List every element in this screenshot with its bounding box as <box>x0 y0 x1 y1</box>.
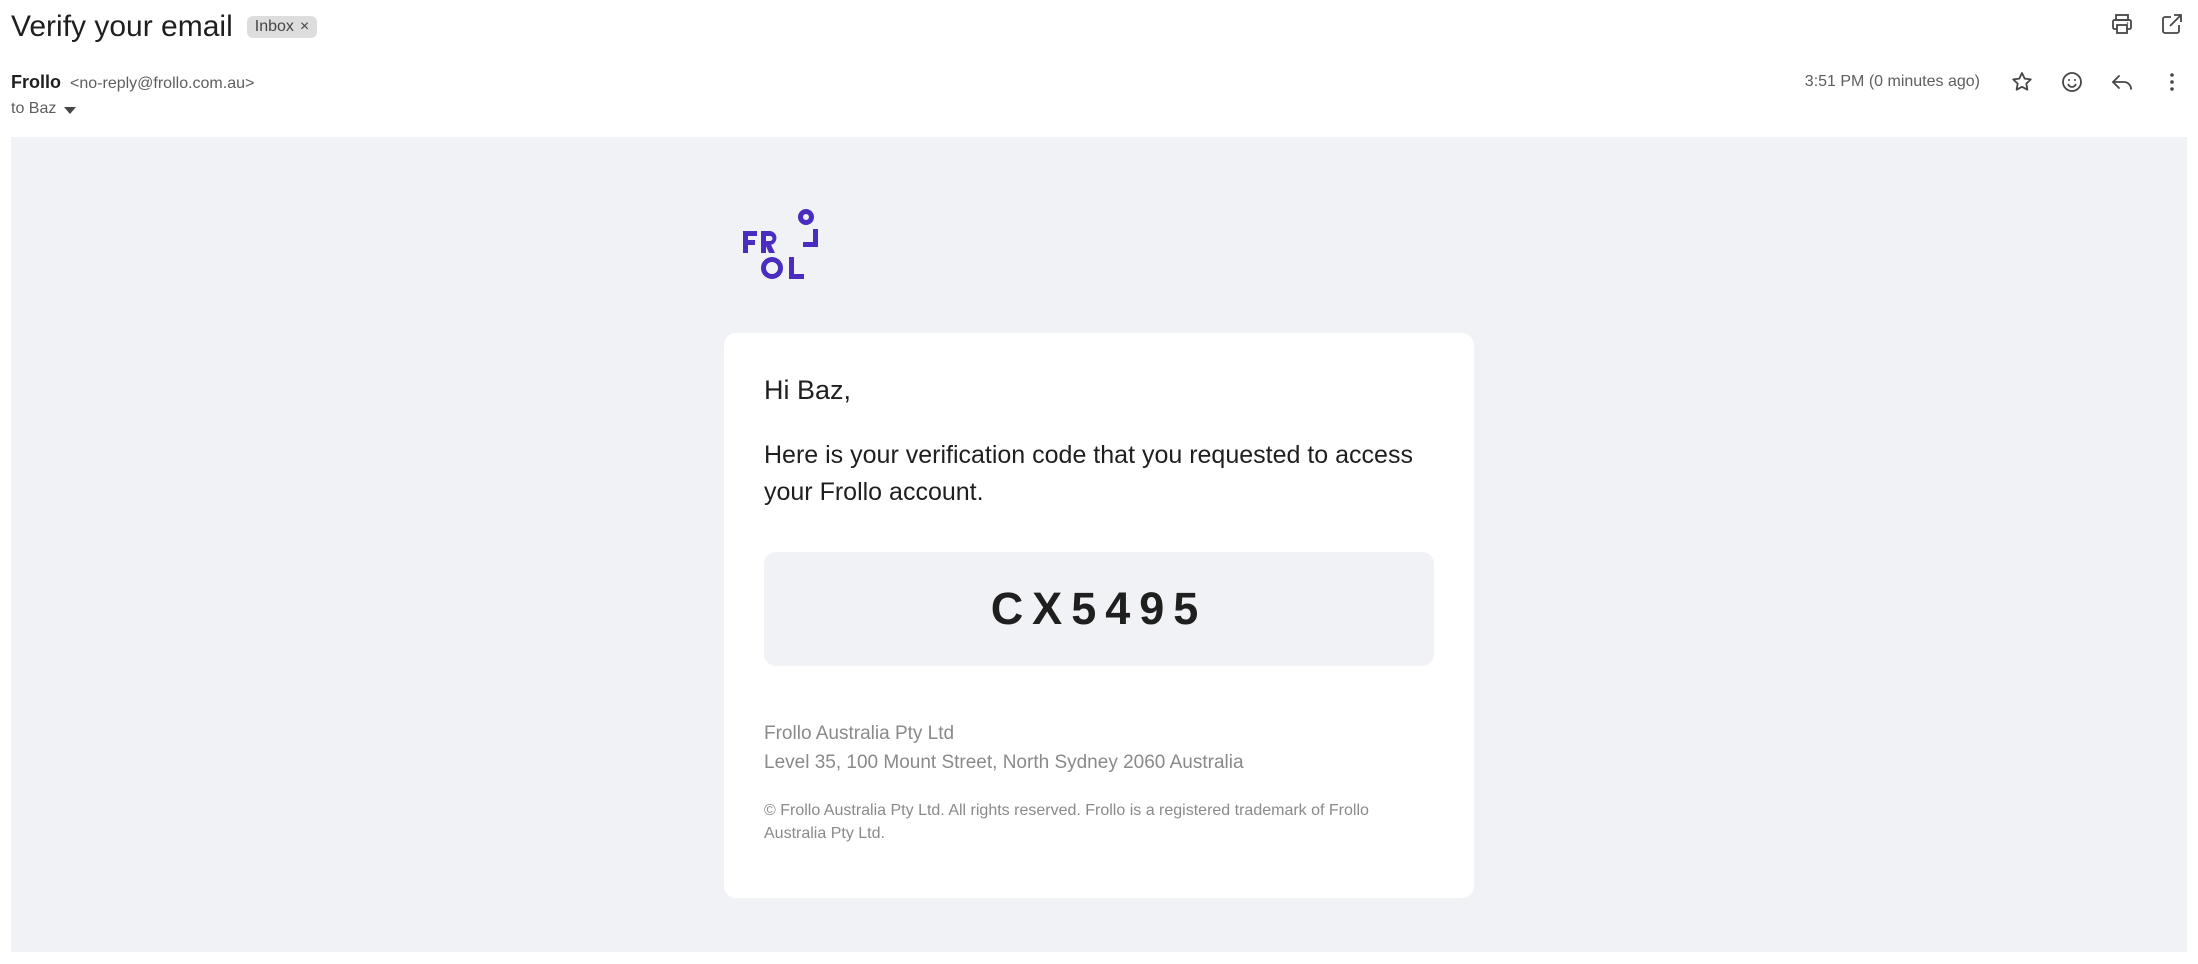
message-actions: 3:51 PM (0 minutes ago) <box>1805 68 2186 96</box>
company-address: Level 35, 100 Mount Street, North Sydney… <box>764 752 1244 773</box>
recipient-text: to Baz <box>11 100 57 117</box>
open-in-new-window-icon[interactable] <box>2158 10 2186 38</box>
inbox-label-chip[interactable]: Inbox × <box>246 16 318 38</box>
email-card: Hi Baz, Here is your verification code t… <box>724 333 1474 898</box>
sender-name[interactable]: Frollo <box>11 72 61 92</box>
emoji-reaction-icon[interactable] <box>2058 68 2086 96</box>
recipient-row[interactable]: to Baz <box>11 100 77 118</box>
sender-email: <no-reply@frollo.com.au> <box>70 75 255 92</box>
company-info: Frollo Australia Pty Ltd Level 35, 100 M… <box>764 719 1244 777</box>
verification-code[interactable]: CX5495 <box>991 583 1208 635</box>
chevron-down-icon[interactable] <box>64 106 77 114</box>
copyright-notice: © Frollo Australia Pty Ltd. All rights r… <box>764 802 1369 842</box>
greeting: Hi Baz, <box>764 375 852 405</box>
top-actions <box>2108 10 2186 38</box>
star-icon[interactable] <box>2008 68 2036 96</box>
remove-label-icon[interactable]: × <box>300 18 309 36</box>
verification-code-box: CX5495 <box>764 552 1434 666</box>
message-timestamp: 3:51 PM (0 minutes ago) <box>1804 73 1980 90</box>
company-name: Frollo Australia Pty Ltd <box>764 723 955 744</box>
message-text: Here is your verification code that you … <box>764 441 1413 506</box>
subject-row: Verify your email Inbox × <box>11 6 318 48</box>
sender-row: Frollo <no-reply@frollo.com.au> <box>11 72 254 93</box>
email-body: Hi Baz, Here is your verification code t… <box>11 137 2187 952</box>
more-vertical-icon[interactable] <box>2158 68 2186 96</box>
frollo-logo <box>743 209 818 279</box>
email-subject: Verify your email <box>11 10 233 43</box>
reply-icon[interactable] <box>2108 68 2136 96</box>
label-chip-text: Inbox <box>254 18 294 35</box>
print-icon[interactable] <box>2108 10 2136 38</box>
